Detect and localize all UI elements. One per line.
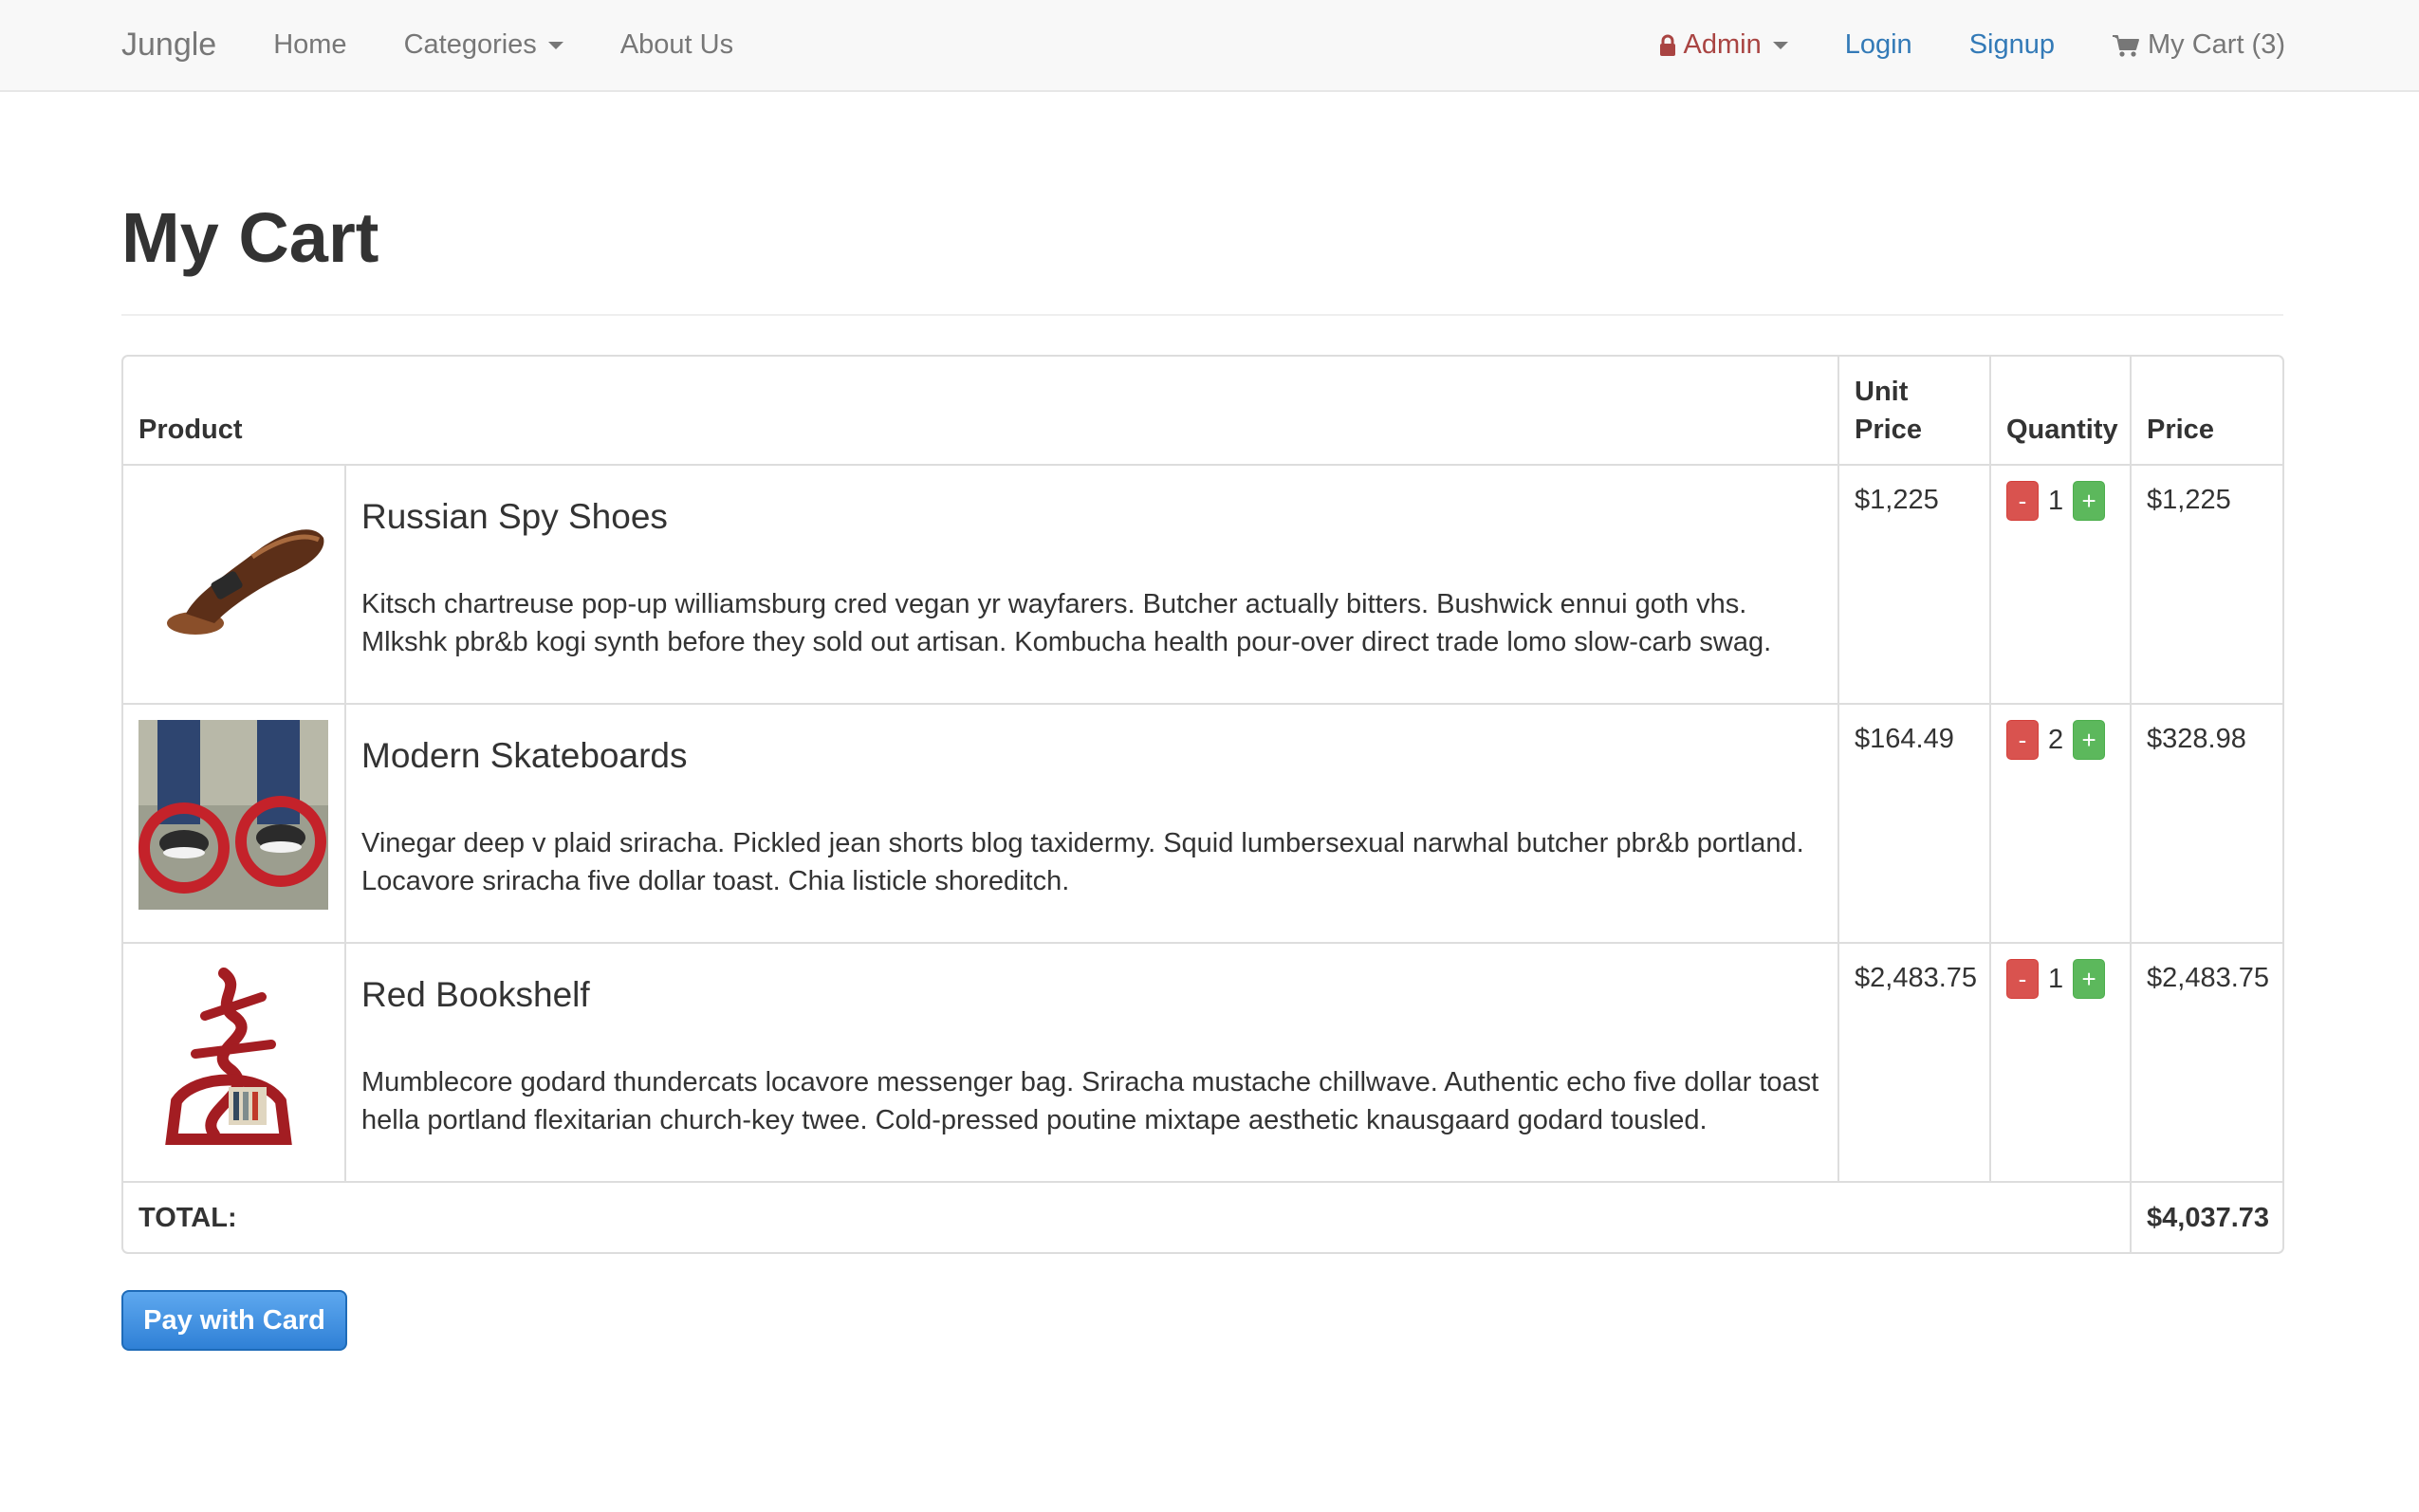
product-info-cell: Modern Skateboards Vinegar deep v plaid … — [344, 703, 1839, 944]
table-row: Modern Skateboards Vinegar deep v plaid … — [123, 703, 2282, 944]
product-name[interactable]: Modern Skateboards — [361, 735, 1822, 777]
line-price-cell: $2,483.75 — [2130, 942, 2282, 1183]
nav-categories-label: Categories — [403, 29, 537, 60]
table-header-row: Product Unit Price Quantity Price — [123, 357, 2282, 466]
product-image-cell — [123, 942, 346, 1183]
total-value: $4,037.73 — [2130, 1181, 2282, 1252]
increase-quantity-button[interactable]: + — [2073, 720, 2106, 760]
product-name[interactable]: Red Bookshelf — [361, 974, 1822, 1016]
total-label: TOTAL: — [123, 1181, 2132, 1252]
product-image-skateboards[interactable] — [138, 720, 328, 910]
table-row: Russian Spy Shoes Kitsch chartreuse pop-… — [123, 464, 2282, 705]
quantity-stepper: - 1 + — [2006, 481, 2114, 521]
unit-price-cell: $2,483.75 — [1837, 942, 1991, 1183]
nav-my-cart[interactable]: My Cart (3) — [2112, 29, 2285, 61]
increase-quantity-button[interactable]: + — [2073, 481, 2106, 521]
cart-table: Product Unit Price Quantity Price Russia… — [123, 357, 2282, 1252]
quantity-cell: - 1 + — [1989, 942, 2132, 1183]
page-title: My Cart — [121, 198, 379, 277]
table-row: Red Bookshelf Mumblecore godard thunderc… — [123, 942, 2282, 1183]
navbar-right: Admin Login Signup My Cart (3) — [1602, 29, 2285, 61]
quantity-cell: - 2 + — [1989, 703, 2132, 944]
unit-price-cell: $1,225 — [1837, 464, 1991, 705]
header-quantity: Quantity — [1989, 357, 2132, 466]
decrease-quantity-button[interactable]: - — [2006, 481, 2039, 521]
navbar-inner: Jungle Home Categories About Us Admin Lo… — [121, 0, 2285, 90]
line-price-cell: $328.98 — [2130, 703, 2282, 944]
product-image-shoes[interactable] — [138, 481, 328, 671]
quantity-value: 2 — [2048, 725, 2064, 755]
header-product: Product — [123, 357, 1839, 466]
header-unit-price: Unit Price — [1837, 357, 1991, 466]
nav-admin-label: Admin — [1683, 29, 1762, 60]
nav-home[interactable]: Home — [273, 29, 346, 61]
quantity-value: 1 — [2048, 486, 2064, 516]
nav-signup[interactable]: Signup — [1969, 29, 2055, 61]
nav-admin-dropdown[interactable]: Admin — [1659, 29, 1788, 61]
quantity-value: 1 — [2048, 964, 2064, 994]
decrease-quantity-button[interactable]: - — [2006, 959, 2039, 999]
quantity-stepper: - 2 + — [2006, 720, 2114, 760]
title-divider — [121, 314, 2283, 316]
increase-quantity-button[interactable]: + — [2073, 959, 2106, 999]
quantity-cell: - 1 + — [1989, 464, 2132, 705]
unit-price-cell: $164.49 — [1837, 703, 1991, 944]
product-name[interactable]: Russian Spy Shoes — [361, 496, 1822, 538]
decrease-quantity-button[interactable]: - — [2006, 720, 2039, 760]
quantity-stepper: - 1 + — [2006, 959, 2114, 999]
product-description: Vinegar deep v plaid sriracha. Pickled j… — [361, 828, 1804, 896]
lock-icon — [1659, 34, 1675, 56]
header-price: Price — [2130, 357, 2282, 466]
pay-with-card-button[interactable]: Pay with Card — [121, 1290, 347, 1351]
shopping-cart-icon — [2113, 34, 2139, 57]
product-image-cell — [123, 464, 346, 705]
product-info-cell: Red Bookshelf Mumblecore godard thunderc… — [344, 942, 1839, 1183]
product-image-cell — [123, 703, 346, 944]
caret-down-icon — [1772, 41, 1788, 49]
total-row: TOTAL: $4,037.73 — [123, 1181, 2282, 1252]
nav-login[interactable]: Login — [1845, 29, 1912, 61]
nav-categories-dropdown[interactable]: Categories — [404, 29, 563, 61]
product-description: Kitsch chartreuse pop-up williamsburg cr… — [361, 589, 1772, 657]
line-price-cell: $1,225 — [2130, 464, 2282, 705]
caret-down-icon — [547, 41, 563, 49]
product-info-cell: Russian Spy Shoes Kitsch chartreuse pop-… — [344, 464, 1839, 705]
brand-link[interactable]: Jungle — [121, 27, 216, 64]
nav-my-cart-label: My Cart (3) — [2148, 29, 2285, 60]
nav-about[interactable]: About Us — [620, 29, 733, 61]
cart-table-panel: Product Unit Price Quantity Price Russia… — [121, 355, 2284, 1254]
product-description: Mumblecore godard thundercats locavore m… — [361, 1067, 1819, 1135]
product-image-bookshelf[interactable] — [138, 959, 328, 1149]
top-navbar: Jungle Home Categories About Us Admin Lo… — [0, 0, 2419, 92]
